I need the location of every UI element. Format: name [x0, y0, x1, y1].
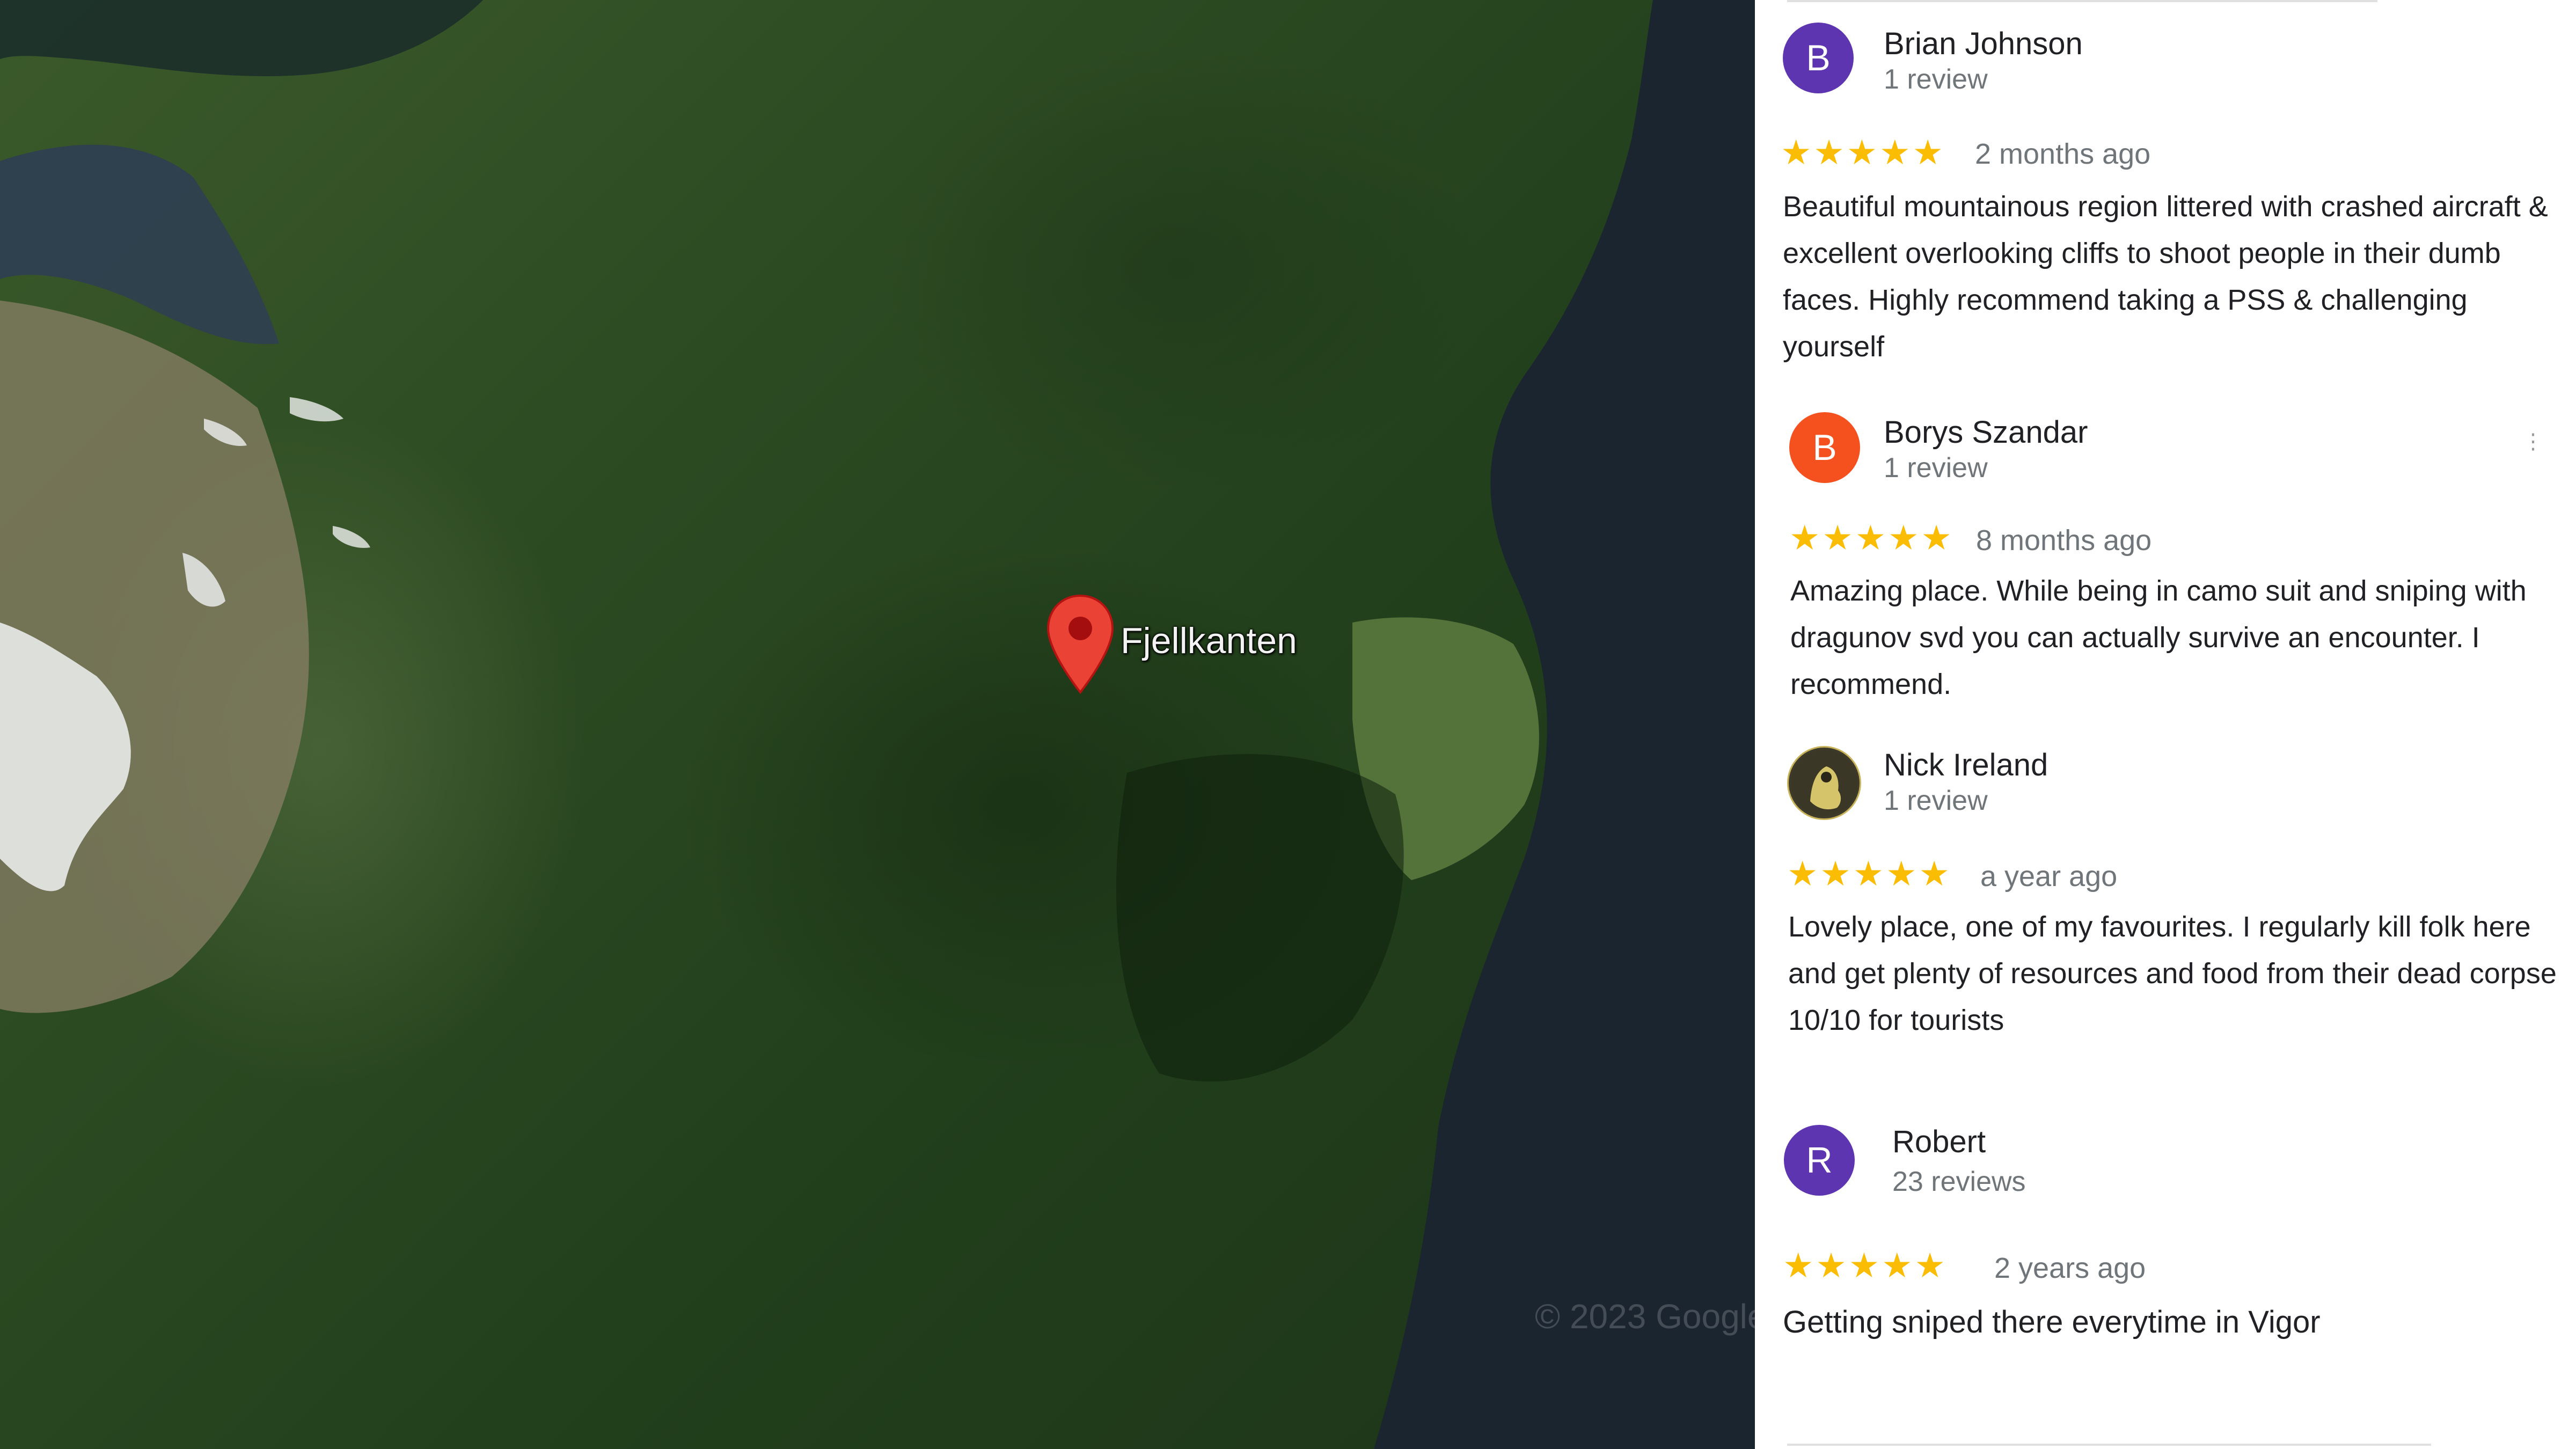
review-text: Beautiful mountainous region littered wi…: [1783, 191, 2548, 363]
review-time: 2 years ago: [1994, 1252, 2146, 1284]
place-label[interactable]: Fjellkanten: [1121, 620, 1297, 662]
reviewer-name[interactable]: Robert: [1892, 1124, 1986, 1160]
review-count: 1 review: [1884, 452, 1988, 484]
divider: [1787, 1444, 2431, 1446]
reviews-panel[interactable]: B Brian Johnson 1 review ★★★★★ 2 months …: [1755, 0, 2576, 1449]
avatar[interactable]: B: [1783, 23, 1854, 93]
star-rating-icon: ★★★★★: [1781, 133, 1945, 173]
divider: [1787, 0, 2377, 2]
location-pin-icon[interactable]: [1045, 593, 1115, 695]
more-vert-icon[interactable]: ⋮: [2522, 429, 2544, 454]
review-count: 23 reviews: [1892, 1166, 2026, 1197]
avatar[interactable]: [1787, 746, 1861, 820]
avatar[interactable]: B: [1789, 412, 1860, 483]
avatar[interactable]: R: [1784, 1125, 1855, 1196]
reviewer-name[interactable]: Borys Szandar: [1884, 414, 2088, 450]
map-watermark: © 2023 Google: [1535, 1297, 1755, 1336]
profile-image: [1791, 750, 1857, 816]
review-time: a year ago: [1980, 860, 2118, 892]
review-count: 1 review: [1884, 785, 1988, 816]
review-text: Getting sniped there everytime in Vigor: [1783, 1305, 2321, 1340]
terrain-art: © 2023 Google: [0, 0, 1755, 1449]
review-time: 2 months ago: [1975, 138, 2151, 170]
reviewer-name[interactable]: Brian Johnson: [1884, 26, 2083, 62]
review-count: 1 review: [1884, 64, 1988, 95]
star-rating-icon: ★★★★★: [1787, 854, 1952, 894]
star-rating-icon: ★★★★★: [1783, 1246, 1948, 1286]
satellite-map[interactable]: © 2023 Google Fjellkanten: [0, 0, 1755, 1449]
star-rating-icon: ★★★★★: [1789, 518, 1954, 558]
review-text: Lovely place, one of my favourites. I re…: [1788, 911, 2557, 1036]
review-time: 8 months ago: [1976, 524, 2152, 557]
review-text: Amazing place. While being in camo suit …: [1790, 575, 2527, 700]
reviewer-name[interactable]: Nick Ireland: [1884, 747, 2048, 783]
